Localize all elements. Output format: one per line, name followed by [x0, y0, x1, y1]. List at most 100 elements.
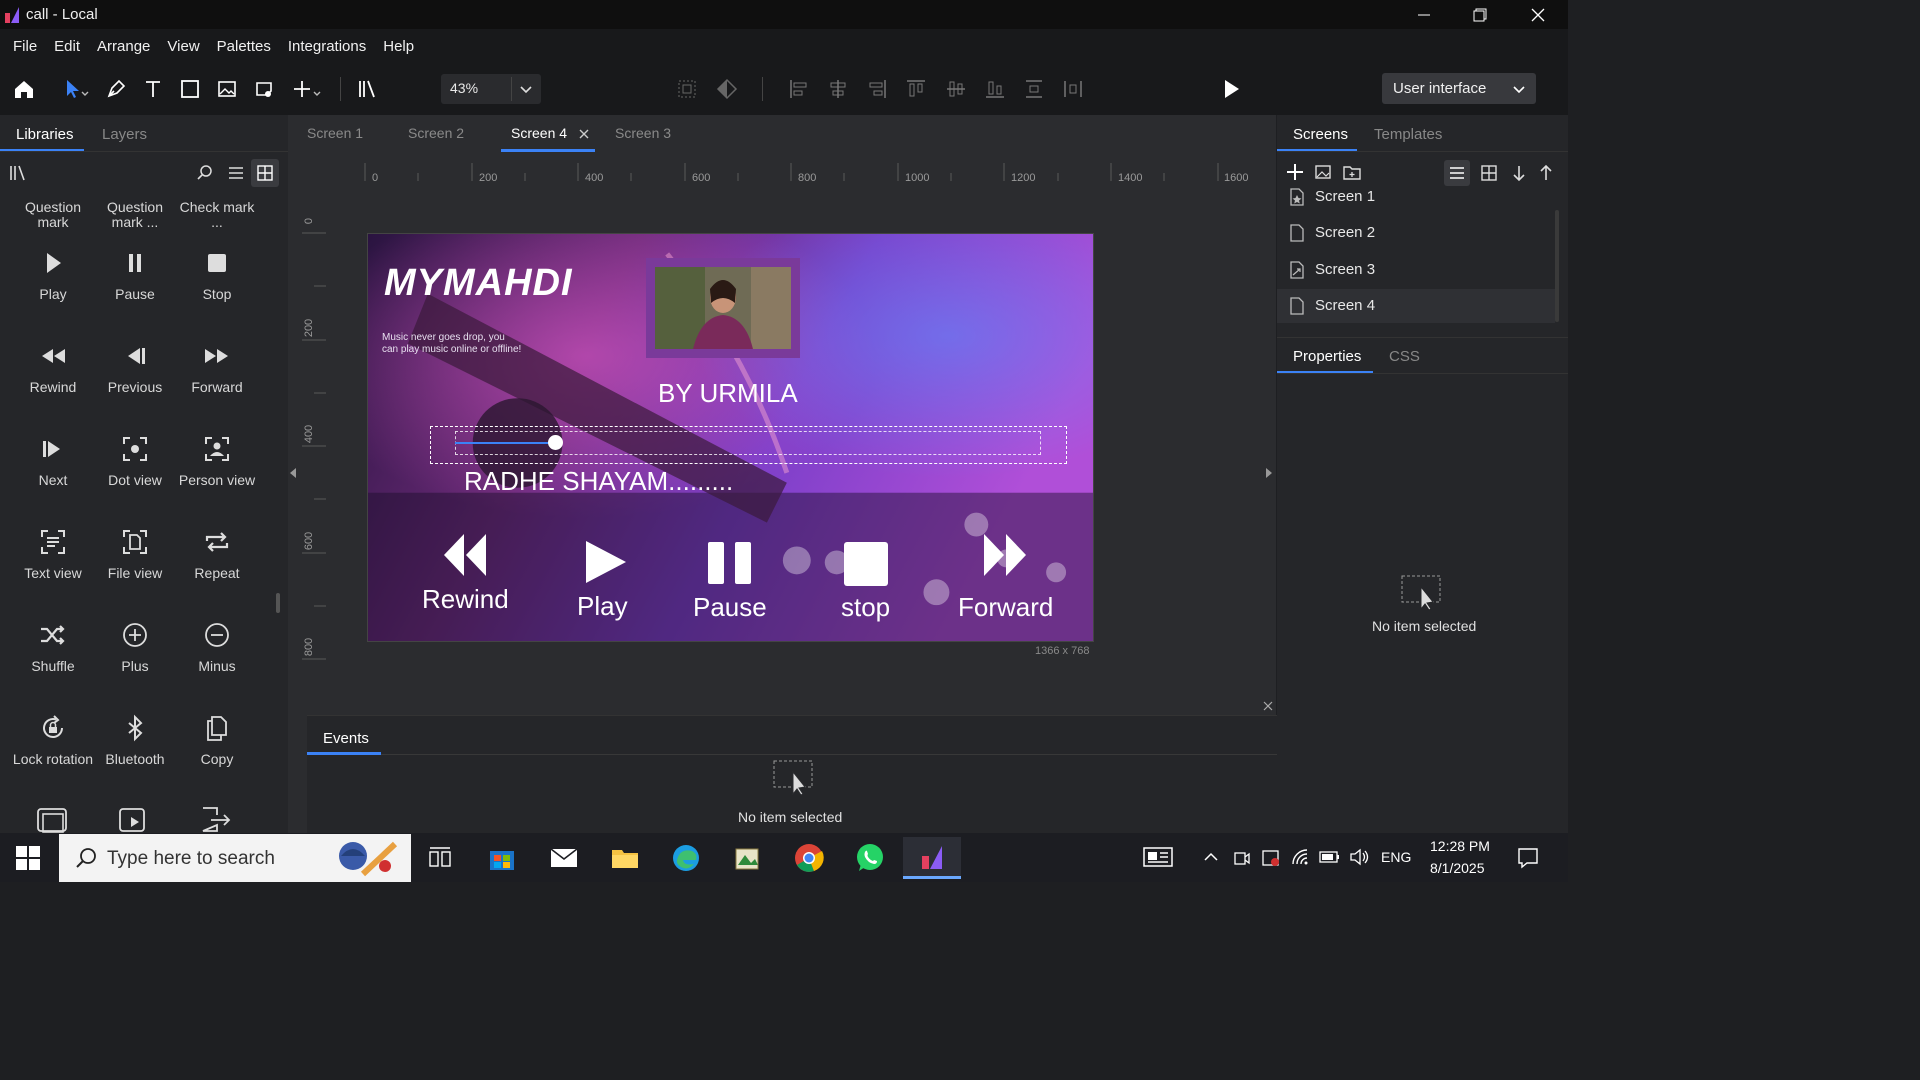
restore-button[interactable]	[1452, 0, 1508, 29]
list-view-button[interactable]	[1444, 160, 1470, 186]
tab-layers[interactable]: Layers	[102, 126, 147, 143]
security-alert-icon[interactable]	[1261, 849, 1281, 867]
add-screen-icon[interactable]	[1285, 162, 1305, 182]
menu-palettes[interactable]: Palettes	[210, 38, 278, 55]
artboard-screen-4[interactable]: MYMAHDI Music never goes drop, you can p…	[367, 233, 1094, 642]
pause-label[interactable]: Pause	[693, 592, 767, 623]
home-button[interactable]	[8, 73, 40, 105]
tab-css[interactable]: CSS	[1389, 348, 1420, 365]
align-right-button[interactable]	[861, 73, 893, 105]
show-hidden-icons[interactable]	[1203, 851, 1219, 863]
grid-view-button[interactable]	[251, 159, 279, 187]
close-tab-icon[interactable]	[578, 128, 590, 140]
screens-scrollbar[interactable]	[1555, 210, 1559, 322]
chrome-browser-icon[interactable]	[780, 837, 838, 879]
align-left-button[interactable]	[783, 73, 815, 105]
library-item-partial-icon[interactable]	[117, 805, 153, 833]
rewind-label[interactable]: Rewind	[422, 584, 509, 615]
menu-file[interactable]: File	[6, 38, 44, 55]
tab-screen-4[interactable]: Screen 4	[511, 125, 567, 141]
collapse-left-icon[interactable]	[289, 467, 297, 479]
select-tool-button[interactable]	[56, 73, 96, 105]
add-element-button[interactable]	[286, 73, 326, 105]
rewind-icon[interactable]	[442, 532, 488, 578]
library-item-forward[interactable]: Forward	[176, 338, 258, 395]
rectangle-tool-button[interactable]	[174, 73, 206, 105]
library-item-partial-icon[interactable]	[35, 805, 71, 833]
volume-icon[interactable]	[1349, 848, 1371, 866]
menu-arrange[interactable]: Arrange	[90, 38, 157, 55]
distribute-vertical-button[interactable]	[1018, 73, 1050, 105]
progress-thumb[interactable]	[548, 435, 563, 450]
close-window-button[interactable]	[1510, 0, 1566, 29]
add-folder-icon[interactable]	[1342, 163, 1362, 181]
language-indicator[interactable]: ENG	[1381, 849, 1411, 865]
meet-now-icon[interactable]	[1233, 849, 1251, 867]
cricket-highlight-icon[interactable]	[323, 836, 403, 880]
library-item-repeat[interactable]: Repeat	[176, 524, 258, 581]
align-top-button[interactable]	[900, 73, 932, 105]
play-icon[interactable]	[584, 539, 628, 585]
library-item-lock-rotation[interactable]: Lock rotation	[12, 710, 94, 767]
mask-button[interactable]	[711, 73, 743, 105]
component-tool-button[interactable]	[248, 73, 280, 105]
library-item-file-view[interactable]: File view	[94, 524, 176, 581]
library-scrollbar[interactable]	[276, 593, 280, 613]
library-item-previous[interactable]: Previous	[94, 338, 176, 395]
library-item-shuffle[interactable]: Shuffle	[12, 617, 94, 674]
news-widget-icon[interactable]	[1143, 846, 1173, 868]
library-item-question-mark[interactable]: Question mark	[12, 200, 94, 230]
libraries-button[interactable]	[351, 73, 383, 105]
pause-icon[interactable]	[708, 542, 752, 584]
windows-start-icon[interactable]	[16, 846, 40, 870]
stop-icon[interactable]	[844, 542, 888, 586]
screen-row-2[interactable]: Screen 2	[1277, 216, 1555, 250]
group-button[interactable]	[671, 73, 703, 105]
stop-label[interactable]: stop	[841, 592, 890, 623]
chevron-down-icon[interactable]	[519, 82, 533, 96]
library-item-question-mark-2[interactable]: Question mark ...	[94, 200, 176, 230]
minimize-button[interactable]	[1396, 0, 1452, 29]
tab-screen-1[interactable]: Screen 1	[307, 125, 363, 141]
library-item-minus[interactable]: Minus	[176, 617, 258, 674]
notification-center-icon[interactable]	[1517, 847, 1539, 869]
forward-icon[interactable]	[982, 532, 1028, 578]
play-label[interactable]: Play	[577, 591, 628, 622]
library-item-next[interactable]: Next	[12, 431, 94, 488]
screen-row-1[interactable]: Screen 1	[1277, 188, 1555, 214]
forward-label[interactable]: Forward	[958, 592, 1053, 623]
tab-libraries[interactable]: Libraries	[16, 126, 74, 143]
library-item-stop[interactable]: Stop	[176, 245, 258, 302]
photos-app-icon[interactable]	[718, 837, 776, 879]
mail-icon[interactable]	[535, 837, 593, 879]
clock-date[interactable]: 8/1/2025	[1430, 860, 1485, 876]
close-events-icon[interactable]	[1263, 701, 1273, 711]
progress-selection-box[interactable]	[430, 426, 1067, 464]
design-mode-select[interactable]: User interface	[1382, 73, 1536, 104]
list-view-icon[interactable]	[227, 164, 245, 182]
library-item-person-view[interactable]: Person view	[176, 431, 258, 488]
tab-templates[interactable]: Templates	[1374, 126, 1442, 143]
menu-edit[interactable]: Edit	[47, 38, 87, 55]
library-item-copy[interactable]: Copy	[176, 710, 258, 767]
wifi-icon[interactable]	[1291, 848, 1311, 866]
library-item-dot-view[interactable]: Dot view	[94, 431, 176, 488]
edge-browser-icon[interactable]	[657, 837, 715, 879]
sort-down-icon[interactable]	[1509, 163, 1529, 183]
design-app-taskbar-icon[interactable]	[903, 837, 961, 879]
preview-play-button[interactable]	[1215, 73, 1247, 105]
menu-integrations[interactable]: Integrations	[281, 38, 373, 55]
search-icon[interactable]	[196, 164, 214, 182]
whatsapp-icon[interactable]	[841, 837, 899, 879]
image-screen-icon[interactable]	[1314, 163, 1334, 181]
library-item-partial-icon[interactable]	[199, 805, 235, 833]
align-bottom-button[interactable]	[979, 73, 1011, 105]
align-center-button[interactable]	[822, 73, 854, 105]
grid-view-icon[interactable]	[1479, 163, 1499, 183]
tab-screens[interactable]: Screens	[1293, 126, 1348, 143]
tab-events[interactable]: Events	[323, 730, 369, 747]
library-item-text-view[interactable]: Text view	[12, 524, 94, 581]
image-tool-button[interactable]	[211, 73, 243, 105]
menu-view[interactable]: View	[160, 38, 206, 55]
task-view-icon[interactable]	[411, 837, 469, 879]
